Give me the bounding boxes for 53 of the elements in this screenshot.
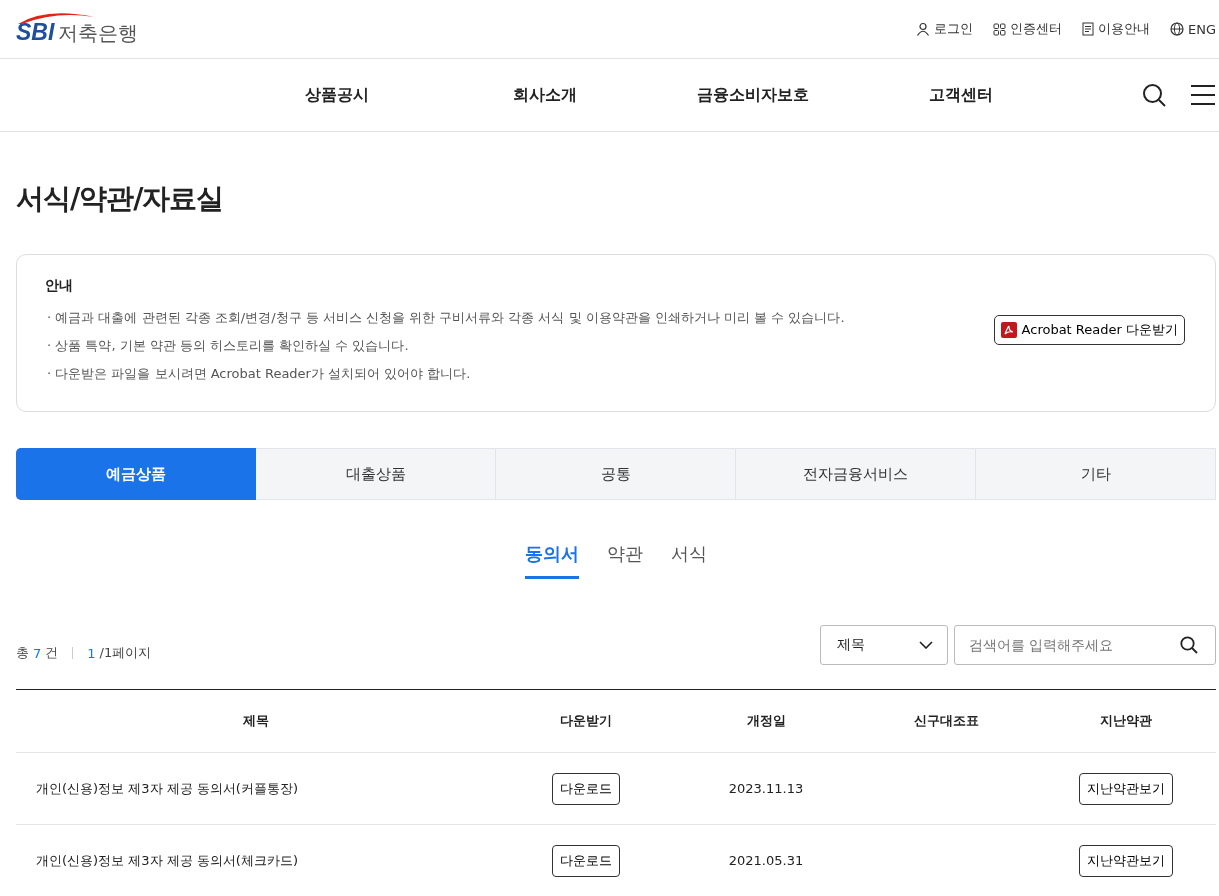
table-cell: 2023.11.13: [728, 781, 804, 796]
filter-dropdown[interactable]: 제목: [820, 625, 948, 665]
search-field[interactable]: 검색어를 입력해주세요: [954, 625, 1216, 665]
search-icon[interactable]: [1180, 636, 1198, 654]
nav-link[interactable]: 상품공시: [247, 84, 427, 106]
category-tab[interactable]: 기타: [976, 448, 1216, 500]
notice-text: · 예금과 대출에 관련된 각종 조회/변경/청구 등 서비스 신청을 위한 구비서류와 각종 서식 및 이용약관을 인쇄하거나 미리 볼 수 있습니다.: [46, 309, 845, 327]
grid-icon: [993, 22, 1006, 36]
menu-icon[interactable]: [1190, 84, 1216, 106]
utility-link[interactable]: ENG: [1170, 20, 1216, 38]
table-cell: 2021.05.31: [728, 853, 804, 868]
download-button[interactable]: 다운로드: [552, 844, 620, 877]
globe-icon: [1170, 22, 1184, 36]
document-icon: [1082, 22, 1094, 36]
utility-link[interactable]: 인증센터: [993, 20, 1062, 38]
acrobat-download-button[interactable]: Acrobat Reader 다운받기: [993, 315, 1185, 345]
person-icon: [916, 22, 930, 36]
column-header: 신구대조표: [913, 713, 979, 728]
category-tab[interactable]: 전자금융서비스: [736, 448, 976, 500]
download-button[interactable]: 다운로드: [552, 772, 620, 805]
page-title: 서식/약관/자료실: [16, 181, 225, 217]
nav-link[interactable]: 금융소비자보호: [663, 84, 843, 106]
category-tab[interactable]: 대출상품: [256, 448, 496, 500]
table-cell: 개인(신용)정보 제3자 제공 동의서(커플통장): [36, 780, 298, 796]
count-label: 총: [16, 644, 29, 662]
utility-link[interactable]: 로그인: [916, 20, 973, 38]
column-header: 개정일: [746, 713, 786, 728]
column-header: 지난약관: [1100, 713, 1152, 728]
history-button[interactable]: 지난약관보기: [1079, 844, 1173, 877]
current-page: 1: [87, 645, 96, 661]
history-button[interactable]: 지난약관보기: [1079, 772, 1173, 805]
category-tab[interactable]: 공통: [496, 448, 736, 500]
pdf-icon: [1000, 322, 1017, 338]
chevron-down-icon: [919, 641, 933, 649]
count-unit: 건: [45, 644, 59, 662]
utility-link[interactable]: 이용안내: [1082, 20, 1150, 38]
category-tab[interactable]: 예금상품: [16, 448, 256, 500]
column-header: 다운받기: [560, 713, 612, 728]
logo-mark[interactable]: SBI: [16, 19, 55, 46]
sub-tab[interactable]: 약관: [607, 540, 643, 579]
count-number: 7: [33, 645, 42, 661]
table-cell: 개인(신용)정보 제3자 제공 동의서(체크카드): [36, 852, 298, 868]
notice-text: · 다운받은 파일을 보시려면 Acrobat Reader가 설치되어 있어야 합니다.: [46, 365, 472, 383]
nav-link[interactable]: 회사소개: [455, 84, 635, 106]
search-icon[interactable]: [1142, 83, 1166, 107]
nav-link[interactable]: 고객센터: [871, 84, 1051, 106]
logo-name: 저축은행: [58, 20, 139, 47]
notice-title: 안내: [45, 277, 74, 295]
column-header: 제목: [243, 713, 269, 728]
sub-tab[interactable]: 동의서: [525, 540, 579, 579]
notice-text: · 상품 특약, 기본 약관 등의 히스토리를 확인하실 수 있습니다.: [46, 337, 410, 355]
sub-tab[interactable]: 서식: [671, 540, 707, 579]
page-total: /1페이지: [99, 644, 152, 662]
